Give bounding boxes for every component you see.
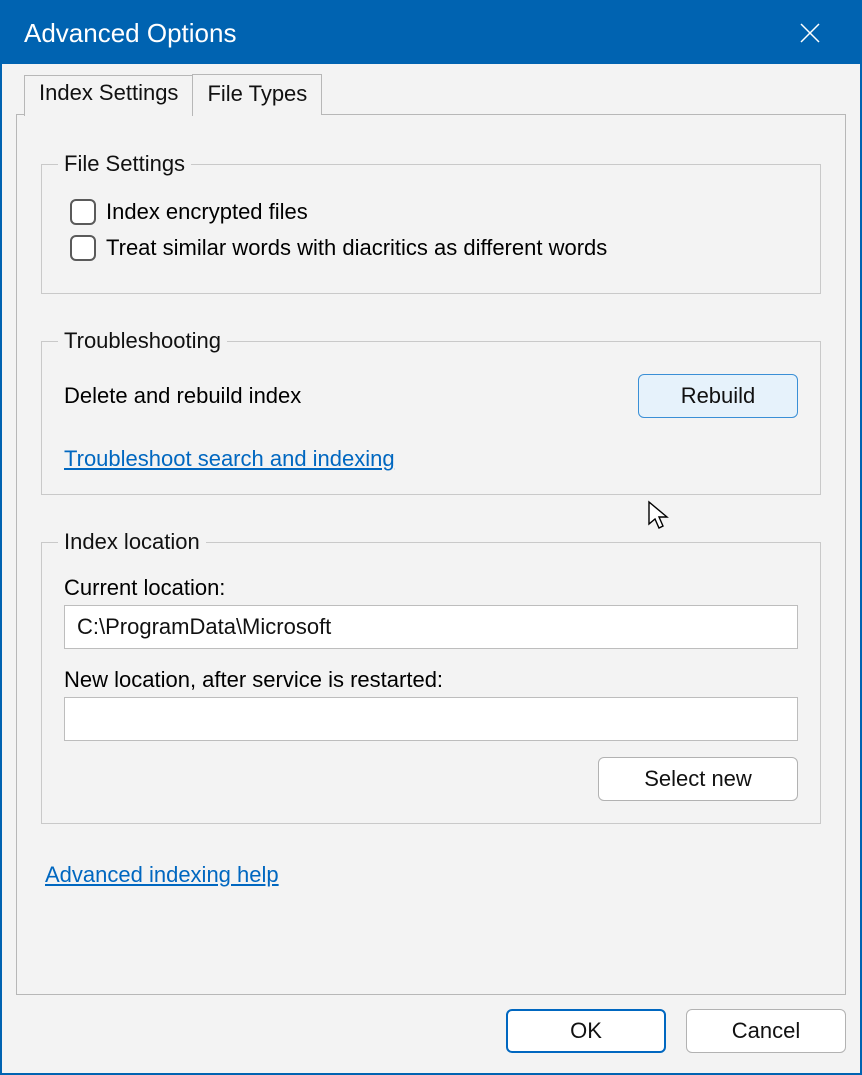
group-troubleshooting-legend: Troubleshooting <box>58 328 227 354</box>
window-title: Advanced Options <box>24 18 780 49</box>
group-index-location-legend: Index location <box>58 529 206 555</box>
row-rebuild: Delete and rebuild index Rebuild <box>64 374 798 418</box>
label-diacritics[interactable]: Treat similar words with diacritics as d… <box>106 235 607 261</box>
label-delete-rebuild: Delete and rebuild index <box>64 383 301 409</box>
checkbox-index-encrypted[interactable] <box>70 199 96 225</box>
row-index-encrypted: Index encrypted files <box>70 199 798 225</box>
close-icon <box>799 22 821 44</box>
checkbox-diacritics[interactable] <box>70 235 96 261</box>
field-current-location: C:\ProgramData\Microsoft <box>64 605 798 649</box>
group-troubleshooting: Troubleshooting Delete and rebuild index… <box>41 328 821 495</box>
tab-file-types[interactable]: File Types <box>192 74 322 115</box>
troubleshoot-link[interactable]: Troubleshoot search and indexing <box>64 446 395 472</box>
client-area: Index Settings File Types File Settings … <box>2 64 860 995</box>
tab-strip: Index Settings File Types <box>24 74 846 115</box>
footer-links: Advanced indexing help <box>45 862 817 888</box>
close-button[interactable] <box>780 2 840 64</box>
mouse-cursor-icon <box>647 500 673 530</box>
advanced-indexing-help-link[interactable]: Advanced indexing help <box>45 862 279 888</box>
group-index-location: Index location Current location: C:\Prog… <box>41 529 821 824</box>
label-current-location: Current location: <box>64 575 798 601</box>
tab-index-settings[interactable]: Index Settings <box>24 75 193 116</box>
select-new-button[interactable]: Select new <box>598 757 798 801</box>
tabpage-index-settings: File Settings Index encrypted files Trea… <box>16 114 846 995</box>
group-file-settings-legend: File Settings <box>58 151 191 177</box>
group-file-settings: File Settings Index encrypted files Trea… <box>41 151 821 294</box>
label-new-location: New location, after service is restarted… <box>64 667 798 693</box>
rebuild-button[interactable]: Rebuild <box>638 374 798 418</box>
titlebar: Advanced Options <box>2 2 860 64</box>
field-new-location[interactable] <box>64 697 798 741</box>
ok-button[interactable]: OK <box>506 1009 666 1053</box>
advanced-options-dialog: Advanced Options Index Settings File Typ… <box>0 0 862 1075</box>
cancel-button[interactable]: Cancel <box>686 1009 846 1053</box>
label-index-encrypted[interactable]: Index encrypted files <box>106 199 308 225</box>
dialog-button-bar: OK Cancel <box>2 995 860 1073</box>
row-diacritics: Treat similar words with diacritics as d… <box>70 235 798 261</box>
